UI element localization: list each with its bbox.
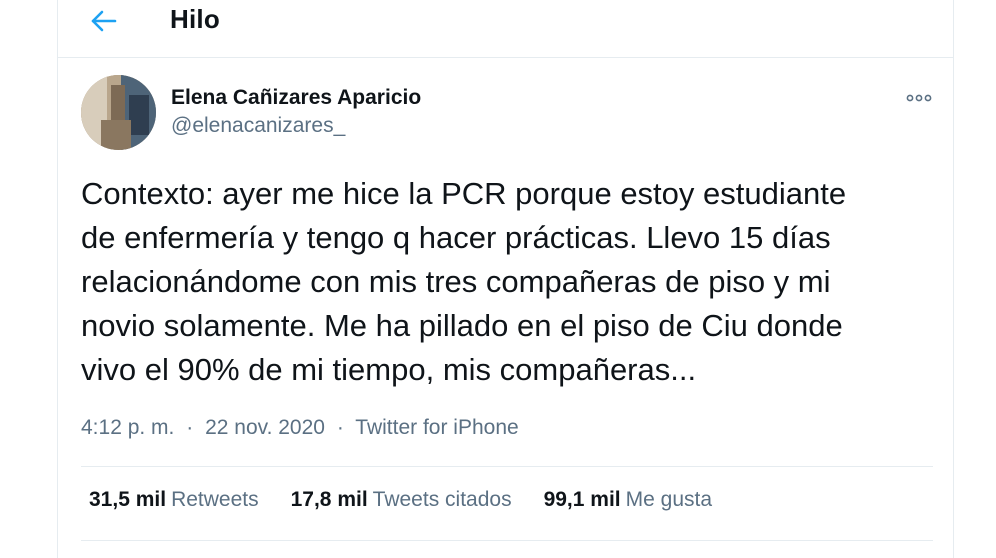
tweet-text: Contexto: ayer me hice la PCR porque est…	[81, 176, 847, 387]
divider	[81, 466, 933, 467]
quote-tweets-stat[interactable]: 17,8 mil Tweets citados	[291, 488, 512, 512]
back-button[interactable]	[85, 2, 123, 40]
likes-count: 99,1 mil	[543, 488, 621, 511]
tweet-time[interactable]: 4:12 p. m.	[81, 416, 174, 439]
retweets-label: Retweets	[171, 488, 259, 511]
meta-separator: ·	[336, 416, 344, 439]
retweets-stat[interactable]: 31,5 mil Retweets	[89, 488, 259, 512]
thread-column: Hilo Elena Cañizares Aparicio @elenacani…	[57, 0, 954, 558]
meta-separator: ·	[186, 416, 194, 439]
divider	[81, 540, 933, 541]
more-options-icon	[906, 94, 932, 102]
likes-label: Me gusta	[625, 488, 713, 511]
retweets-count: 31,5 mil	[89, 488, 167, 511]
tweet-meta: 4:12 p. m. · 22 nov. 2020 · Twitter for …	[81, 416, 519, 440]
more-options-button[interactable]	[904, 88, 934, 108]
likes-stat[interactable]: 99,1 mil Me gusta	[544, 488, 712, 512]
tweet-source[interactable]: Twitter for iPhone	[355, 416, 518, 439]
tweet-stats: 31,5 mil Retweets 17,8 mil Tweets citados …	[89, 488, 744, 512]
avatar-photo	[81, 75, 156, 150]
avatar[interactable]	[81, 75, 156, 150]
thread-header: Hilo	[58, 0, 953, 58]
quote-tweets-label: Tweets citados	[372, 488, 512, 511]
author-name[interactable]: Elena Cañizares Aparicio	[171, 86, 421, 110]
quote-tweets-count: 17,8 mil	[290, 488, 368, 511]
arrow-left-icon	[91, 10, 117, 32]
page-title: Hilo	[170, 4, 220, 34]
tweet-date[interactable]: 22 nov. 2020	[205, 416, 325, 439]
author-handle[interactable]: @elenacanizares_	[171, 114, 345, 138]
